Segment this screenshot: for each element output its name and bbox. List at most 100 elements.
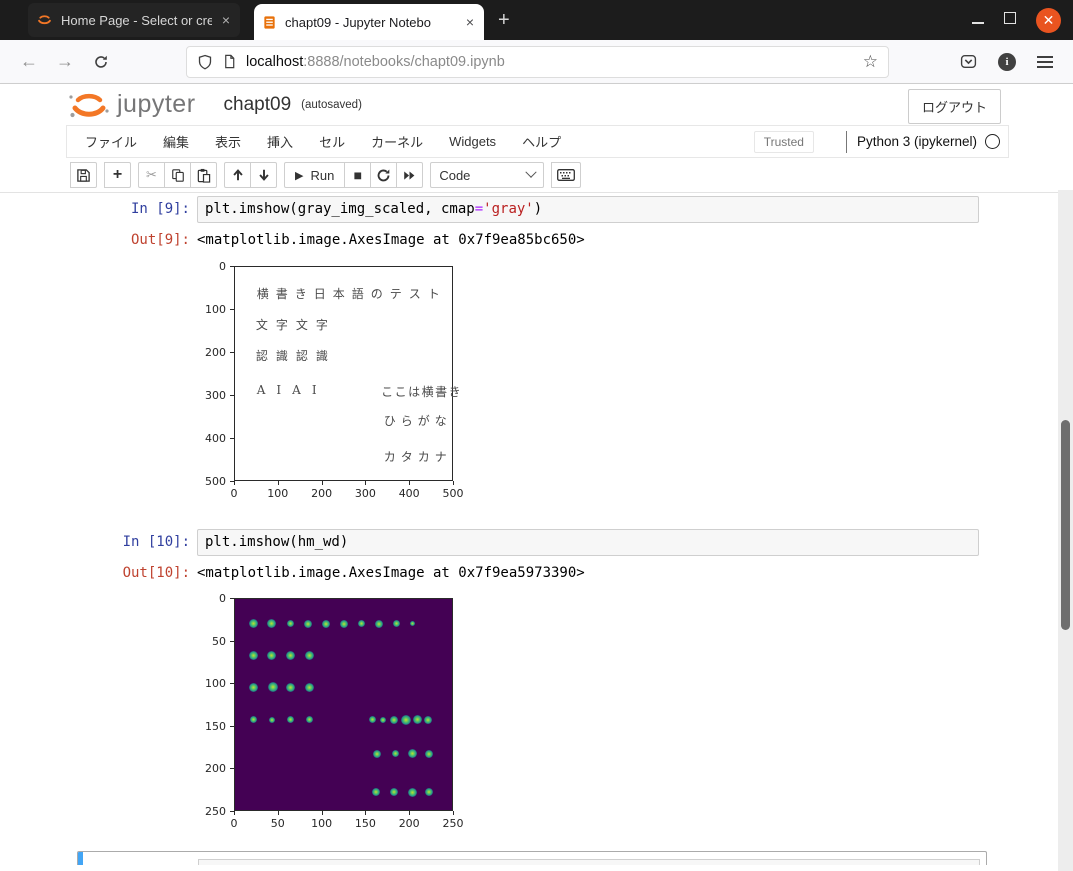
y-tick-label: 150 bbox=[196, 720, 226, 733]
figure-text: 横書き日本語のテスト bbox=[257, 285, 447, 302]
fast-forward-icon bbox=[402, 169, 417, 182]
bookmark-star-icon[interactable]: ☆ bbox=[863, 52, 878, 72]
figure-text: ひらがな bbox=[384, 412, 452, 429]
pocket-icon[interactable] bbox=[960, 53, 977, 70]
y-tick-label: 50 bbox=[196, 635, 226, 648]
address-bar[interactable]: localhost:8888/notebooks/chapt09.ipynb ☆ bbox=[186, 46, 889, 78]
jupyter-header: jupyter chapt09 (autosaved) ログアウト bbox=[0, 84, 1073, 125]
heatmap-dot bbox=[268, 682, 278, 692]
x-tick-label: 100 bbox=[260, 487, 296, 500]
y-tick-mark bbox=[230, 352, 234, 353]
close-button[interactable]: ✕ bbox=[1036, 8, 1061, 33]
save-button[interactable] bbox=[70, 162, 97, 188]
move-cell-up-button[interactable] bbox=[224, 162, 251, 188]
jupyter-logo-icon[interactable] bbox=[66, 88, 112, 122]
code-cell-in9[interactable]: In [9]: plt.imshow(gray_img_scaled, cmap… bbox=[77, 196, 1073, 223]
forward-button[interactable]: → bbox=[50, 47, 80, 77]
notebook-favicon-icon bbox=[262, 15, 277, 30]
figure-gray-image: 01002003004005000100200300400500横書き日本語のテ… bbox=[77, 257, 1073, 507]
menu-item[interactable]: 挿入 bbox=[267, 132, 293, 151]
heatmap-dot bbox=[286, 651, 295, 660]
menu-item[interactable]: カーネル bbox=[371, 132, 423, 151]
y-tick-label: 200 bbox=[196, 762, 226, 775]
browser-navbar: ← → localhost:8888/notebooks/chapt09.ipy… bbox=[0, 40, 1073, 84]
move-cell-down-button[interactable] bbox=[250, 162, 277, 188]
autosave-status: (autosaved) bbox=[301, 99, 362, 111]
cut-cell-button[interactable]: ✂ bbox=[138, 162, 165, 188]
code-input[interactable]: plt.imshow(hm_wd) bbox=[197, 529, 979, 556]
x-tick-label: 200 bbox=[391, 817, 427, 830]
run-button[interactable]: ▶ Run bbox=[284, 162, 345, 188]
page-info-icon[interactable] bbox=[222, 54, 237, 69]
menu-item[interactable]: 編集 bbox=[163, 132, 189, 151]
copy-cell-button[interactable] bbox=[164, 162, 191, 188]
heatmap-dot bbox=[249, 619, 258, 628]
cell-type-dropdown[interactable]: Code bbox=[430, 162, 544, 188]
minimize-button[interactable] bbox=[972, 11, 984, 29]
y-tick-mark bbox=[230, 641, 234, 642]
extension-icon[interactable]: i bbox=[998, 53, 1016, 71]
reload-icon bbox=[93, 54, 109, 70]
output-prompt: Out[9]: bbox=[77, 230, 197, 249]
x-tick-label: 0 bbox=[216, 817, 252, 830]
new-tab-button[interactable]: + bbox=[498, 9, 510, 32]
kernel-divider bbox=[846, 131, 847, 153]
menu-item[interactable]: 表示 bbox=[215, 132, 241, 151]
url-path: :8888/notebooks/chapt09.ipynb bbox=[303, 54, 505, 70]
restart-icon bbox=[376, 168, 391, 183]
heatmap-dot bbox=[305, 651, 314, 660]
logout-button[interactable]: ログアウト bbox=[908, 89, 1001, 124]
code-cell-in10[interactable]: In [10]: plt.imshow(hm_wd) bbox=[77, 529, 1073, 556]
menu-hamburger-icon[interactable] bbox=[1037, 53, 1053, 71]
tab-home-page[interactable]: Home Page - Select or cre × bbox=[28, 3, 240, 37]
menu-item[interactable]: Widgets bbox=[449, 134, 496, 149]
menu-item[interactable]: ファイル bbox=[85, 132, 137, 151]
restart-kernel-button[interactable] bbox=[370, 162, 397, 188]
x-tick-mark bbox=[278, 481, 279, 485]
heatmap-dot bbox=[393, 620, 400, 627]
tab-chapt09-active[interactable]: chapt09 - Jupyter Notebo × bbox=[254, 4, 484, 40]
jupyter-brand[interactable]: jupyter bbox=[117, 90, 196, 119]
paste-icon bbox=[196, 168, 211, 183]
paste-cell-button[interactable] bbox=[190, 162, 217, 188]
scrollbar-thumb[interactable] bbox=[1061, 420, 1070, 630]
kernel-name: Python 3 (ipykernel) bbox=[857, 134, 977, 149]
code-input[interactable] bbox=[198, 859, 980, 865]
menu-item[interactable]: ヘルプ bbox=[522, 132, 561, 151]
command-palette-button[interactable] bbox=[551, 162, 581, 188]
page-scrollbar[interactable] bbox=[1058, 190, 1073, 871]
url-text[interactable]: localhost:8888/notebooks/chapt09.ipynb bbox=[246, 54, 505, 70]
keyboard-icon bbox=[557, 169, 575, 181]
figure-text: 認識認識 bbox=[256, 347, 336, 364]
reload-button[interactable] bbox=[86, 47, 116, 77]
output-row-out10: Out[10]: <matplotlib.image.AxesImage at … bbox=[77, 563, 1073, 582]
figure-text: 文字文字 bbox=[256, 316, 336, 333]
restart-run-all-button[interactable] bbox=[396, 162, 423, 188]
x-tick-mark bbox=[322, 811, 323, 815]
heatmap-dot bbox=[267, 651, 276, 660]
heatmap-dot bbox=[322, 620, 330, 628]
tab-title: chapt09 - Jupyter Notebo bbox=[285, 15, 456, 30]
y-tick-label: 0 bbox=[196, 260, 226, 273]
y-tick-mark bbox=[230, 726, 234, 727]
jupyter-favicon-icon bbox=[36, 13, 53, 27]
window-controls: ✕ bbox=[972, 0, 1061, 40]
code-input[interactable]: plt.imshow(gray_img_scaled, cmap='gray') bbox=[197, 196, 979, 223]
tab-close-icon[interactable]: × bbox=[220, 12, 232, 28]
cell-type-value: Code bbox=[439, 168, 470, 183]
tab-close-icon[interactable]: × bbox=[464, 14, 476, 30]
x-tick-label: 100 bbox=[304, 817, 340, 830]
url-host: localhost bbox=[246, 54, 303, 70]
x-tick-mark bbox=[453, 811, 454, 815]
back-button[interactable]: ← bbox=[14, 47, 44, 77]
notebook-title[interactable]: chapt09 bbox=[224, 94, 292, 116]
maximize-icon bbox=[1004, 12, 1016, 24]
toolbar: + ✂ bbox=[0, 158, 1073, 192]
interrupt-kernel-button[interactable]: ■ bbox=[344, 162, 371, 188]
maximize-button[interactable] bbox=[1004, 11, 1016, 29]
selected-cell-partial[interactable] bbox=[77, 851, 987, 865]
menu-item[interactable]: セル bbox=[319, 132, 345, 151]
y-tick-label: 200 bbox=[196, 346, 226, 359]
tracking-shield-icon[interactable] bbox=[197, 54, 213, 70]
add-cell-button[interactable]: + bbox=[104, 162, 131, 188]
